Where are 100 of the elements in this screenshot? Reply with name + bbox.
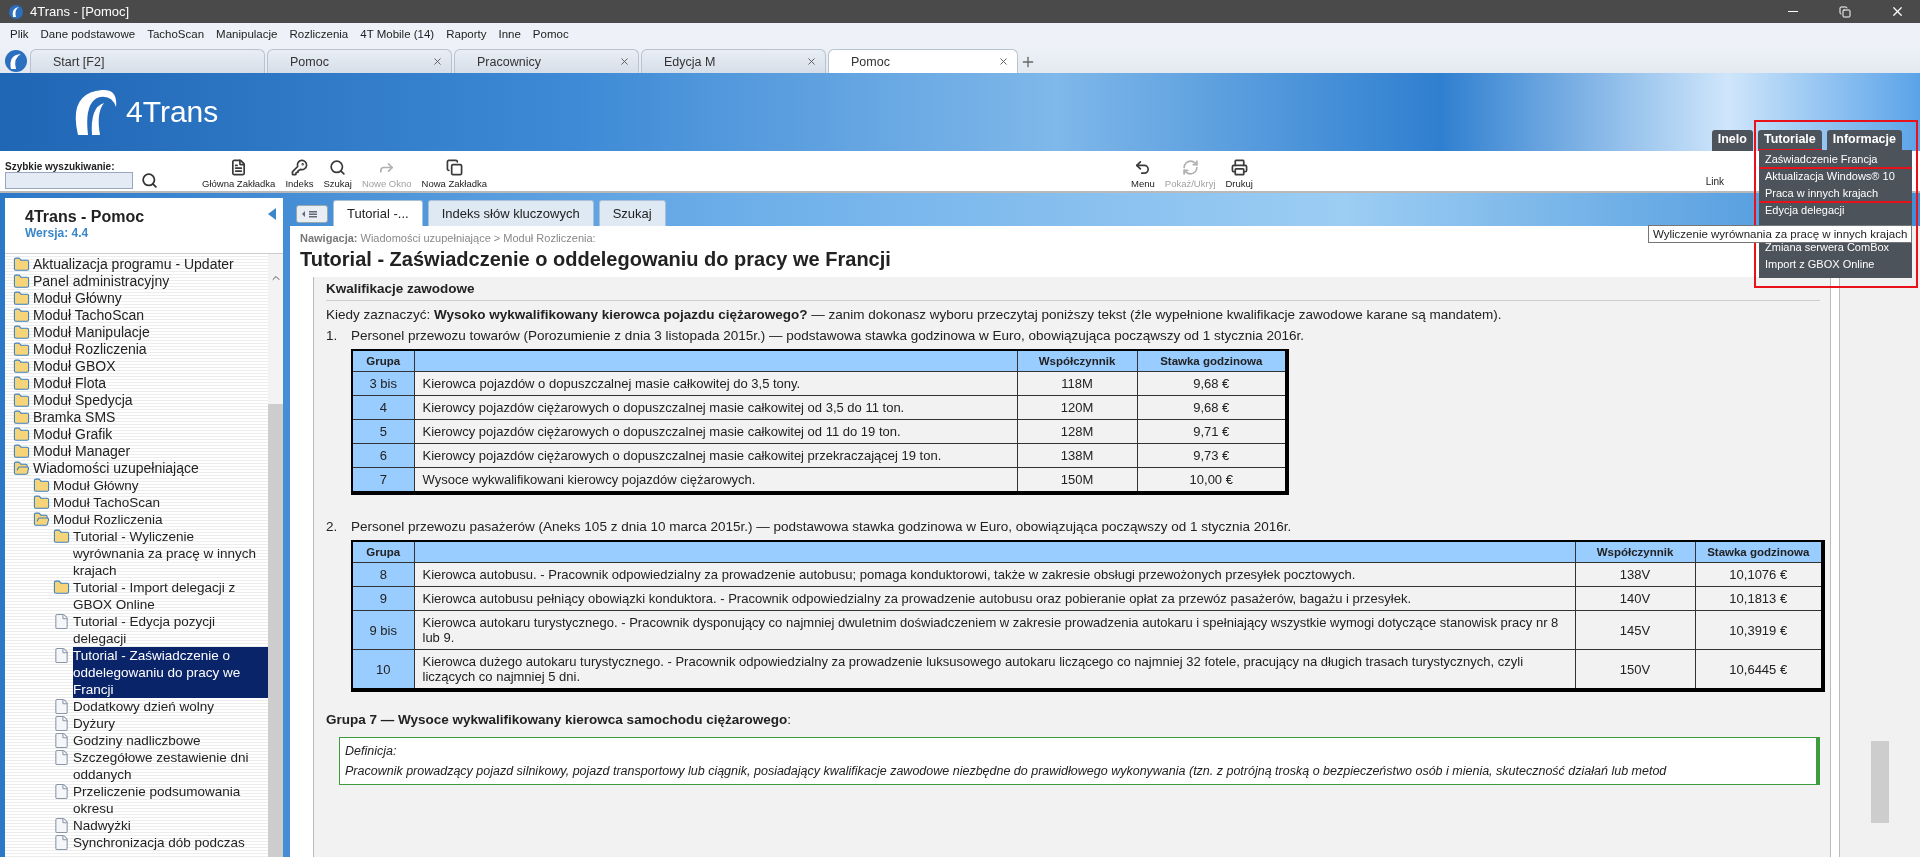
tree-item[interactable]: Moduł Grafik	[33, 426, 113, 443]
close-icon[interactable]	[998, 56, 1009, 67]
tab[interactable]: Pracownicy	[454, 49, 639, 73]
tree-item[interactable]: Moduł Główny	[53, 477, 139, 494]
tree-item[interactable]: Tutorial - Edycja pozycji delegacji	[73, 613, 268, 647]
tree-item[interactable]: Moduł Flota	[33, 375, 107, 392]
toolbar-button[interactable]: Główna Zakładka	[200, 159, 278, 189]
tree-item[interactable]: Panel administracyjny	[33, 273, 170, 290]
table-cell: Kierowca dużego autokaru turystycznego. - Pracownik odpowiedzialny za prowadzenie luksusowego autokaru liczącego co najmniej 32 fotele, pracujący na długich trasach turystycznych, czyli liczących co najmniej 5 dni.	[414, 649, 1575, 690]
header-tab[interactable]: Informacje	[1826, 130, 1902, 151]
table-cell: 5	[352, 419, 414, 444]
tree-item[interactable]: Godziny nadliczbowe	[73, 732, 201, 749]
section-heading: Kwalifikacje zawodowe	[326, 281, 1820, 301]
link-label: Link	[1705, 176, 1724, 187]
tree-item[interactable]: Synchronizacja dób podczas	[73, 834, 245, 851]
menu-item[interactable]: Raporty	[440, 28, 493, 40]
tree-item[interactable]: Moduł GBOX	[33, 358, 116, 375]
menu-item[interactable]: TachoScan	[141, 28, 211, 40]
tree-item[interactable]: Moduł Rozliczenia	[53, 511, 163, 528]
menu-item[interactable]: 4T Mobile (14)	[354, 28, 441, 40]
list-text: Personel przewozu towarów (Porozumienie z dnia 3 listopada 2015r.) — podstawowa stawka godzinowa w Euro, obowiązująca począwszy od 1 stycznia 2016r.	[351, 328, 1304, 343]
menu-item[interactable]: Rozliczenia	[283, 28, 355, 40]
menu-item[interactable]: Edycja delegacji	[1759, 203, 1912, 220]
table-cell: 3 bis	[352, 371, 414, 396]
toolbar-button[interactable]: Nowa Zakładka	[419, 159, 490, 189]
table-cell: 9,68 €	[1137, 371, 1287, 396]
tree-item[interactable]: Moduł TachoScan	[33, 307, 145, 324]
tab[interactable]: Tutorial -...	[333, 200, 423, 226]
tree-item[interactable]: Wiadomości uzupełniające	[33, 460, 199, 477]
tree-item[interactable]: Moduł Rozliczenia	[33, 341, 147, 358]
tree-item[interactable]: Bramka SMS	[33, 409, 116, 426]
folder-icon	[13, 392, 30, 409]
key-icon	[290, 159, 308, 176]
toolbar-button[interactable]: Indeks	[283, 159, 316, 189]
close-icon[interactable]	[806, 56, 817, 67]
tree-item[interactable]: Tutorial - Wyliczenie wyrównania za pracę w innych krajach	[73, 528, 268, 579]
tree-item[interactable]: Moduł Główny	[33, 290, 122, 307]
menu-item[interactable]: Import z GBOX Online	[1759, 257, 1912, 274]
folder-icon	[13, 409, 30, 426]
refresh-icon	[1181, 159, 1199, 176]
page-icon	[53, 817, 70, 834]
tab[interactable]: Indeks słów kluczowych	[427, 200, 594, 226]
menu-item[interactable]: Plik	[4, 28, 35, 40]
tab[interactable]: Pomoc	[267, 49, 452, 73]
page-icon	[53, 834, 70, 851]
tree-item[interactable]: Dyżury	[73, 715, 115, 732]
folder-icon	[13, 358, 30, 375]
tree-item[interactable]: Tutorial - Zaświadczenie o oddelegowaniu do pracy we Francji	[73, 647, 268, 698]
tree-item[interactable]: Moduł Spedycja	[33, 392, 133, 409]
folder-icon	[13, 307, 30, 324]
folder-icon	[13, 256, 30, 273]
folder-icon	[13, 443, 30, 460]
nav-button[interactable]	[296, 205, 328, 223]
tab[interactable]: Start [F2]	[30, 49, 265, 73]
menu-item[interactable]: Praca w innych krajach	[1759, 186, 1912, 203]
tree-item[interactable]: Moduł TachoScan	[53, 494, 161, 511]
tree-item[interactable]: Moduł Manipulacje	[33, 324, 150, 341]
scrollbar-thumb[interactable]	[1871, 741, 1889, 823]
scrollbar[interactable]	[268, 254, 283, 857]
tab[interactable]: Edycja M	[641, 49, 826, 73]
paragraph: Kiedy zaznaczyć: Wysoko wykwalifikowany kierowca pojazdu ciężarowego? — zanim dokonasz wyboru przeczytaj poniższy tekst (źle wypełnione kwalifikacje zawodowe karane są mandatem).	[326, 307, 1503, 322]
menu-item[interactable]: Dane podstawowe	[34, 28, 142, 40]
tab[interactable]: Szukaj	[598, 200, 666, 226]
tree-item[interactable]: Tutorial - Import delegacji z GBOX Online	[73, 579, 268, 613]
header-tab[interactable]: Tutoriale	[1757, 130, 1822, 151]
table-cell: 150M	[1017, 467, 1137, 493]
search-field[interactable]	[5, 172, 133, 189]
toolbar-button[interactable]: Szukaj	[321, 159, 354, 189]
tree-item[interactable]: Szczegółowe zestawienie dni oddanych	[73, 749, 268, 783]
toolbar-button[interactable]: Menu	[1129, 159, 1157, 189]
printer-icon	[1230, 159, 1248, 176]
tree-item[interactable]: Moduł Manager	[33, 443, 131, 460]
table-cell: 9,71 €	[1137, 419, 1287, 444]
search-label: Szybkie wyszukiwanie:	[5, 161, 116, 172]
table-cell: 8	[352, 562, 414, 587]
menu-item[interactable]: Inne	[492, 28, 527, 40]
tab[interactable]: Pomoc	[828, 49, 1018, 73]
menu-item[interactable]: Aktualizacja Windows® 10	[1759, 169, 1912, 186]
table-cell: Kierowca pojazdów o dopuszczalnej masie całkowitej do 3,5 tony.	[414, 371, 1017, 396]
menu-item[interactable]: Manipulacje	[210, 28, 284, 40]
tree-item[interactable]: Nadwyżki	[73, 817, 131, 834]
menu-item[interactable]: Pomoc	[526, 28, 575, 40]
tree-item[interactable]: Aktualizacja programu - Updater	[33, 256, 234, 273]
menu-item[interactable]: Zaświadczenie Francja	[1759, 152, 1912, 169]
menu-item[interactable]: Zmiana serwera ComBox	[1759, 240, 1912, 257]
page-icon	[53, 647, 70, 664]
table-cell: 138V	[1575, 562, 1695, 587]
search-icon	[329, 159, 347, 176]
new-tab-icon[interactable]	[1020, 54, 1036, 70]
header-tab[interactable]: Inelo	[1711, 130, 1753, 151]
toolbar-button[interactable]: Drukuj	[1223, 159, 1255, 189]
close-icon[interactable]	[432, 56, 443, 67]
version-label: Wersja: 4.4	[25, 226, 89, 240]
search-icon[interactable]	[141, 172, 158, 189]
tree-item[interactable]: Przeliczenie podsumowania okresu	[73, 783, 268, 817]
tree-item[interactable]: Dodatkowy dzień wolny	[73, 698, 215, 715]
close-icon[interactable]	[619, 56, 630, 67]
collapse-arrow-icon[interactable]	[267, 208, 277, 220]
column-header: Współczynnik	[1575, 541, 1695, 563]
table-cell: 128M	[1017, 419, 1137, 444]
